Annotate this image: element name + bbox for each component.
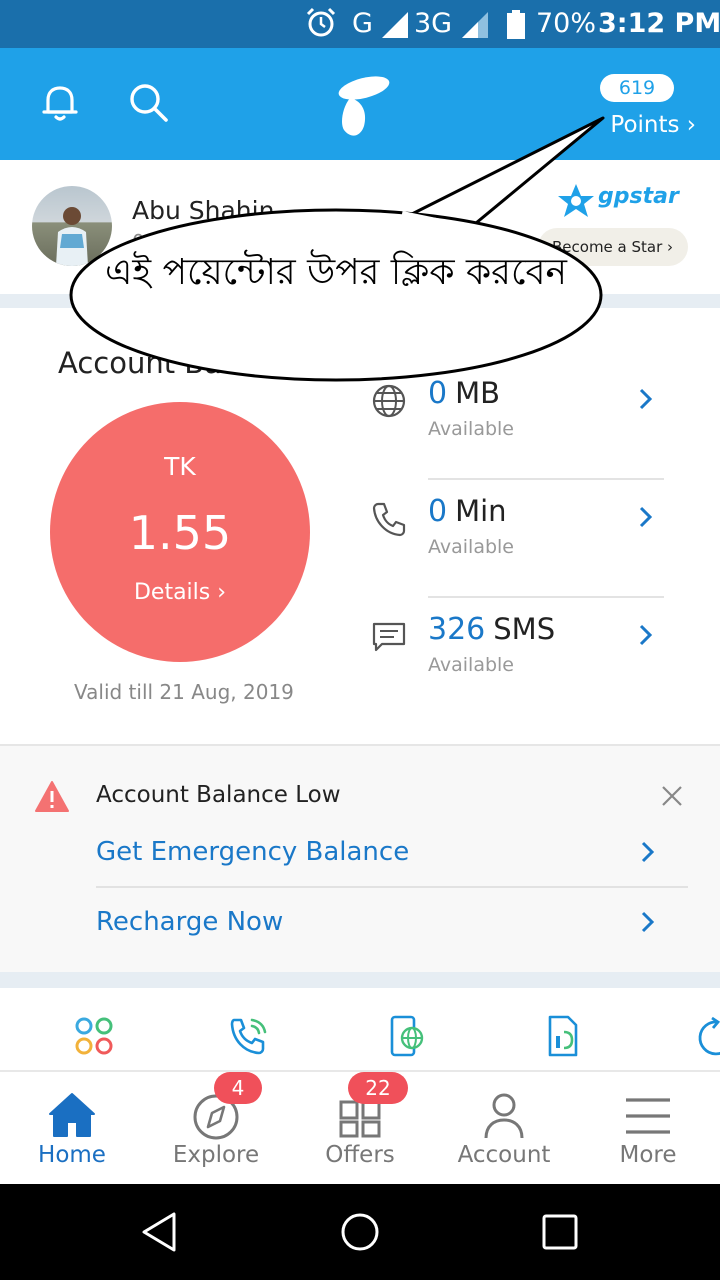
- balance-currency: TK: [164, 452, 196, 481]
- usage-value: 0 Min: [428, 494, 507, 529]
- recent-apps-icon[interactable]: [538, 1210, 582, 1254]
- nav-home-label: Home: [38, 1142, 106, 1168]
- row-separator: [96, 886, 688, 888]
- usage-value-number: 326: [428, 612, 486, 647]
- search-icon[interactable]: [124, 78, 172, 126]
- user-icon: [484, 1093, 524, 1139]
- message-icon: [372, 622, 406, 652]
- explore-badge: 4: [214, 1072, 262, 1104]
- home-circle-icon[interactable]: [338, 1210, 382, 1254]
- refresh-icon[interactable]: [694, 1014, 720, 1058]
- recharge-now-label: Recharge Now: [96, 907, 284, 937]
- back-icon[interactable]: [138, 1210, 182, 1254]
- gpstar-label: gpstar: [598, 184, 679, 209]
- callout-text: এই পয়েন্টোর উপর ক্লিক করবেন: [105, 252, 567, 293]
- nav-account-label: Account: [457, 1142, 551, 1168]
- nav-more-label: More: [619, 1142, 677, 1168]
- balance-title: Account Balance: [58, 346, 300, 380]
- usage-unit: MB: [455, 376, 501, 410]
- usage-row-data[interactable]: 0 MB Available: [366, 362, 666, 480]
- network-3g-label: 3G: [414, 8, 453, 39]
- nav-explore-label: Explore: [172, 1142, 260, 1168]
- nav-offers[interactable]: 22 Offers: [288, 1072, 432, 1184]
- menu-icon: [626, 1098, 670, 1134]
- section-divider: [0, 972, 720, 988]
- get-emergency-label: Get Emergency Balance: [96, 837, 410, 867]
- get-emergency-balance-link[interactable]: Get Emergency Balance: [96, 824, 688, 880]
- nav-explore[interactable]: 4 Explore: [144, 1072, 288, 1184]
- balance-details-link[interactable]: Details ›: [50, 580, 310, 605]
- chevron-right-icon: [641, 911, 655, 933]
- nav-more[interactable]: More: [576, 1072, 720, 1184]
- warning-icon: [35, 781, 69, 812]
- bell-icon[interactable]: [36, 78, 84, 126]
- usage-row-sms[interactable]: 326 SMS Available: [366, 598, 666, 716]
- usage-unit: SMS: [493, 612, 556, 646]
- recharge-now-link[interactable]: Recharge Now: [96, 894, 688, 950]
- usage-value-number: 0: [428, 494, 448, 529]
- profile-number: 01: [132, 230, 158, 254]
- usage-value-number: 0: [428, 376, 448, 411]
- status-time: 3:12 PM: [598, 8, 720, 39]
- nav-home[interactable]: Home: [0, 1072, 144, 1184]
- chevron-right-icon: [639, 506, 653, 528]
- low-balance-alert: Account Balance Low Get Emergency Balanc…: [0, 746, 720, 972]
- telenor-logo-icon[interactable]: [320, 68, 396, 142]
- network-g-label: G: [352, 8, 373, 39]
- bottom-nav: Home 4 Explore 22 Offers Account More: [0, 1072, 720, 1184]
- usage-sub: Available: [428, 418, 515, 440]
- nav-account[interactable]: Account: [432, 1072, 576, 1184]
- signal-3g-icon: [462, 12, 488, 38]
- android-nav-bar: [0, 1184, 720, 1280]
- profile-name: Abu Shahin: [132, 196, 275, 225]
- usage-sub: Available: [428, 536, 515, 558]
- apps-icon[interactable]: [72, 1014, 116, 1058]
- points-link[interactable]: Points ›: [576, 108, 696, 142]
- usage-value: 0 MB: [428, 376, 500, 411]
- signal-icon: [382, 12, 408, 38]
- call-icon[interactable]: [226, 1014, 270, 1058]
- chevron-right-icon: [641, 841, 655, 863]
- offers-badge: 22: [348, 1072, 408, 1104]
- close-icon[interactable]: [660, 784, 684, 808]
- points-badge[interactable]: 619: [600, 74, 674, 102]
- shortcut-row: [0, 988, 720, 1072]
- chevron-right-icon: [639, 388, 653, 410]
- battery-percent: 70%: [536, 8, 597, 39]
- balance-amount: 1.55: [128, 506, 232, 560]
- balance-circle[interactable]: TK 1.55 Details ›: [50, 402, 310, 662]
- section-divider: [0, 294, 720, 308]
- status-bar: G 3G 70% 3:12 PM: [0, 0, 720, 48]
- app-header: 619 Points ›: [0, 48, 720, 160]
- chevron-right-icon: [639, 624, 653, 646]
- usage-value: 326 SMS: [428, 612, 555, 647]
- internet-icon[interactable]: [386, 1014, 430, 1058]
- valid-till: Valid till 21 Aug, 2019: [74, 680, 294, 704]
- sim-taka-icon[interactable]: [542, 1014, 586, 1058]
- usage-unit: Min: [455, 494, 507, 528]
- balance-section: Account Balance TK 1.55 Details › Valid …: [0, 308, 720, 744]
- alert-title: Account Balance Low: [96, 782, 341, 808]
- phone-icon: [372, 502, 406, 537]
- usage-row-minutes[interactable]: 0 Min Available: [366, 480, 666, 598]
- globe-icon: [372, 384, 406, 418]
- alarm-icon: [306, 7, 336, 37]
- nav-offers-label: Offers: [325, 1142, 395, 1168]
- home-icon: [49, 1093, 95, 1137]
- battery-icon: [507, 10, 525, 39]
- usage-sub: Available: [428, 654, 515, 676]
